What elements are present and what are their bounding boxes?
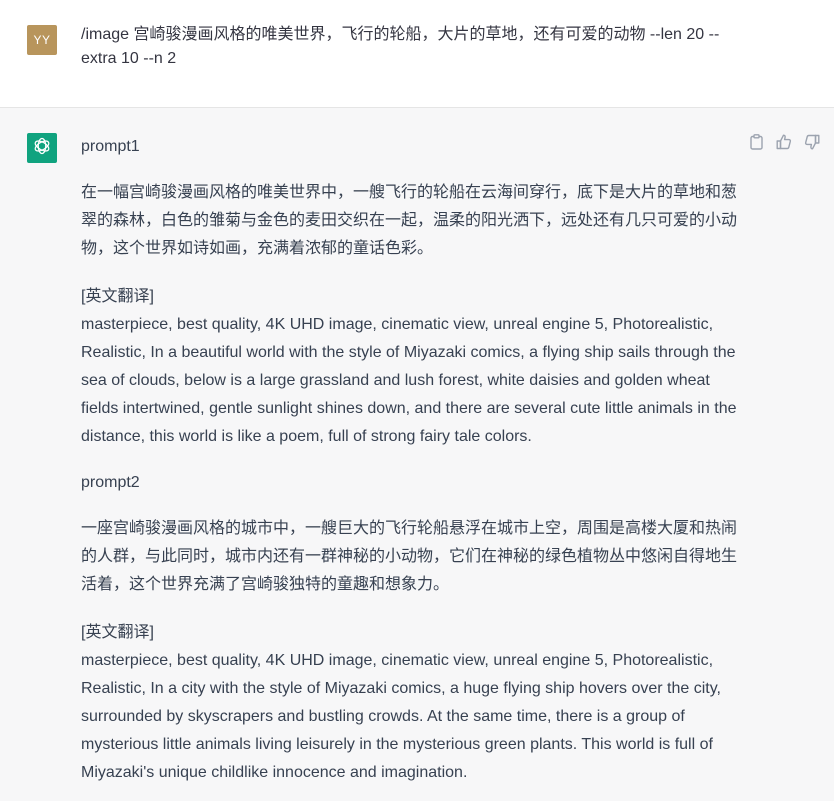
thumbs-up-button[interactable]	[776, 134, 792, 155]
copy-button[interactable]	[748, 133, 764, 155]
prompt1-chinese-text: 在一幅宫崎骏漫画风格的唯美世界中，一艘飞行的轮船在云海间穿行，底下是大片的草地和…	[81, 184, 738, 257]
user-message-text: /image 宫崎骏漫画风格的唯美世界，飞行的轮船，大片的草地，还有可爱的动物 …	[81, 26, 720, 67]
openai-logo-icon	[32, 136, 52, 161]
prompt1-english-text: masterpiece, best quality, 4K UHD image,…	[81, 316, 737, 445]
prompt1-translation-label: [英文翻译]	[81, 288, 154, 305]
prompt1-title: prompt1	[81, 138, 140, 155]
copy-icon	[749, 133, 764, 155]
prompt2-english-text: masterpiece, best quality, 4K UHD image,…	[81, 652, 721, 781]
prompt2-title: prompt2	[81, 474, 140, 491]
chat-page: YY /image 宫崎骏漫画风格的唯美世界，飞行的轮船，大片的草地，还有可爱的…	[0, 0, 834, 801]
thumbs-down-button[interactable]	[804, 134, 820, 155]
assistant-avatar	[27, 133, 57, 163]
message-actions	[748, 133, 820, 155]
user-message: YY /image 宫崎骏漫画风格的唯美世界，飞行的轮船，大片的草地，还有可爱的…	[0, 0, 834, 108]
thumbs-up-icon	[776, 134, 792, 155]
assistant-message-content: prompt1 在一幅宫崎骏漫画风格的唯美世界中，一艘飞行的轮船在云海间穿行，底…	[81, 135, 741, 801]
prompt2-translation-label: [英文翻译]	[81, 624, 154, 641]
user-avatar: YY	[27, 25, 57, 55]
prompt2-chinese-text: 一座宫崎骏漫画风格的城市中，一艘巨大的飞行轮船悬浮在城市上空，周围是高楼大厦和热…	[81, 520, 738, 593]
assistant-message: prompt1 在一幅宫崎骏漫画风格的唯美世界中，一艘飞行的轮船在云海间穿行，底…	[0, 108, 834, 801]
thumbs-down-icon	[804, 134, 820, 155]
